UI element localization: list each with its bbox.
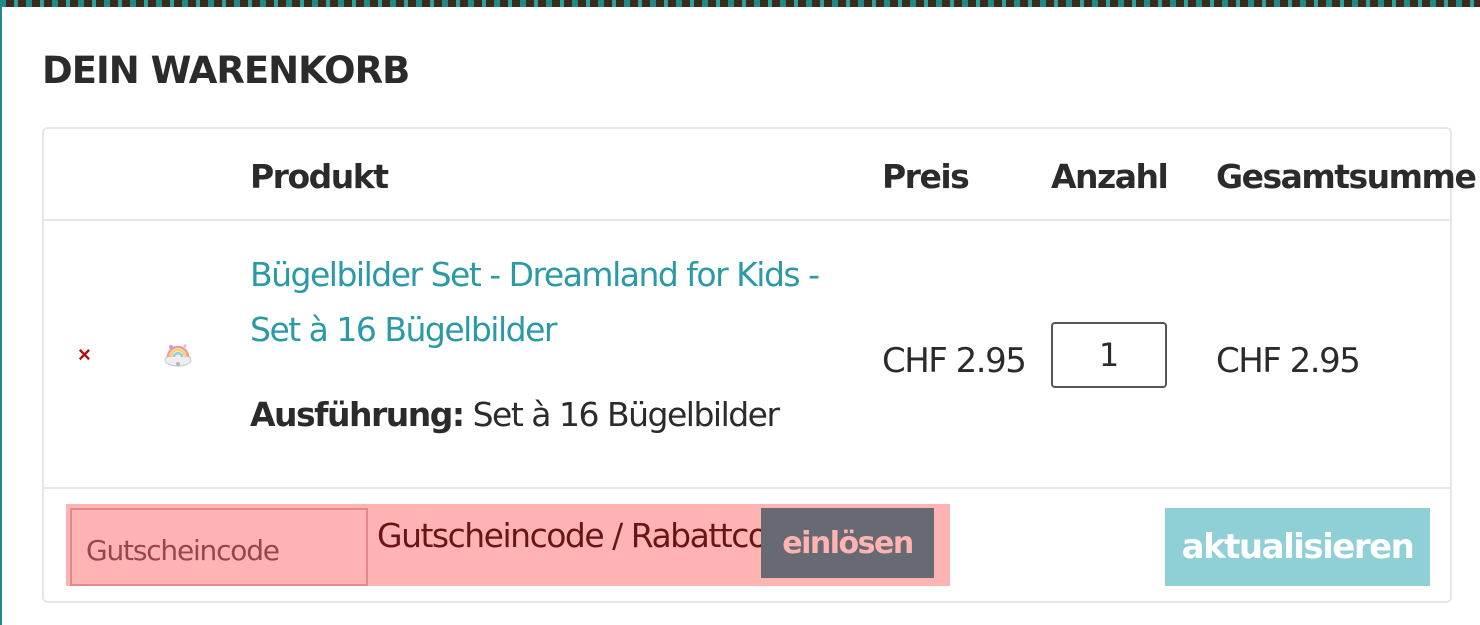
item-subtotal: CHF 2.95 bbox=[1216, 341, 1361, 381]
product-variant: Ausführung: Set à 16 Bügelbilder bbox=[250, 395, 780, 434]
column-header-total: Gesamtsumme bbox=[1216, 157, 1477, 196]
redeem-coupon-button[interactable]: einlösen bbox=[761, 508, 934, 578]
coupon-form: Gutscheincode / Rabattcode: einlösen bbox=[66, 504, 950, 586]
page-title: DEIN WARENKORB bbox=[42, 49, 410, 92]
update-cart-button[interactable]: aktualisieren bbox=[1165, 508, 1430, 586]
variant-value: Set à 16 Bügelbilder bbox=[472, 395, 780, 434]
coupon-label: Gutscheincode / Rabattcode: bbox=[377, 516, 816, 555]
product-thumbnail-icon[interactable] bbox=[162, 341, 194, 369]
cart-panel: DEIN WARENKORB Produkt Preis Anzahl Gesa… bbox=[2, 7, 1480, 625]
item-price: CHF 2.95 bbox=[882, 341, 1027, 381]
header-divider bbox=[44, 219, 1450, 221]
coupon-code-input[interactable] bbox=[70, 508, 368, 586]
column-header-price: Preis bbox=[882, 157, 970, 196]
quantity-input[interactable] bbox=[1051, 322, 1167, 388]
remove-item-icon[interactable]: × bbox=[78, 344, 94, 366]
column-header-product: Produkt bbox=[250, 157, 389, 196]
variant-label: Ausführung: bbox=[250, 395, 465, 434]
product-name-link[interactable]: Bügelbilder Set - Dreamland for Kids - S… bbox=[250, 247, 850, 357]
row-divider bbox=[44, 487, 1450, 489]
column-header-quantity: Anzahl bbox=[1051, 157, 1169, 196]
cart-table: Produkt Preis Anzahl Gesamtsumme × Bügel… bbox=[42, 127, 1477, 603]
